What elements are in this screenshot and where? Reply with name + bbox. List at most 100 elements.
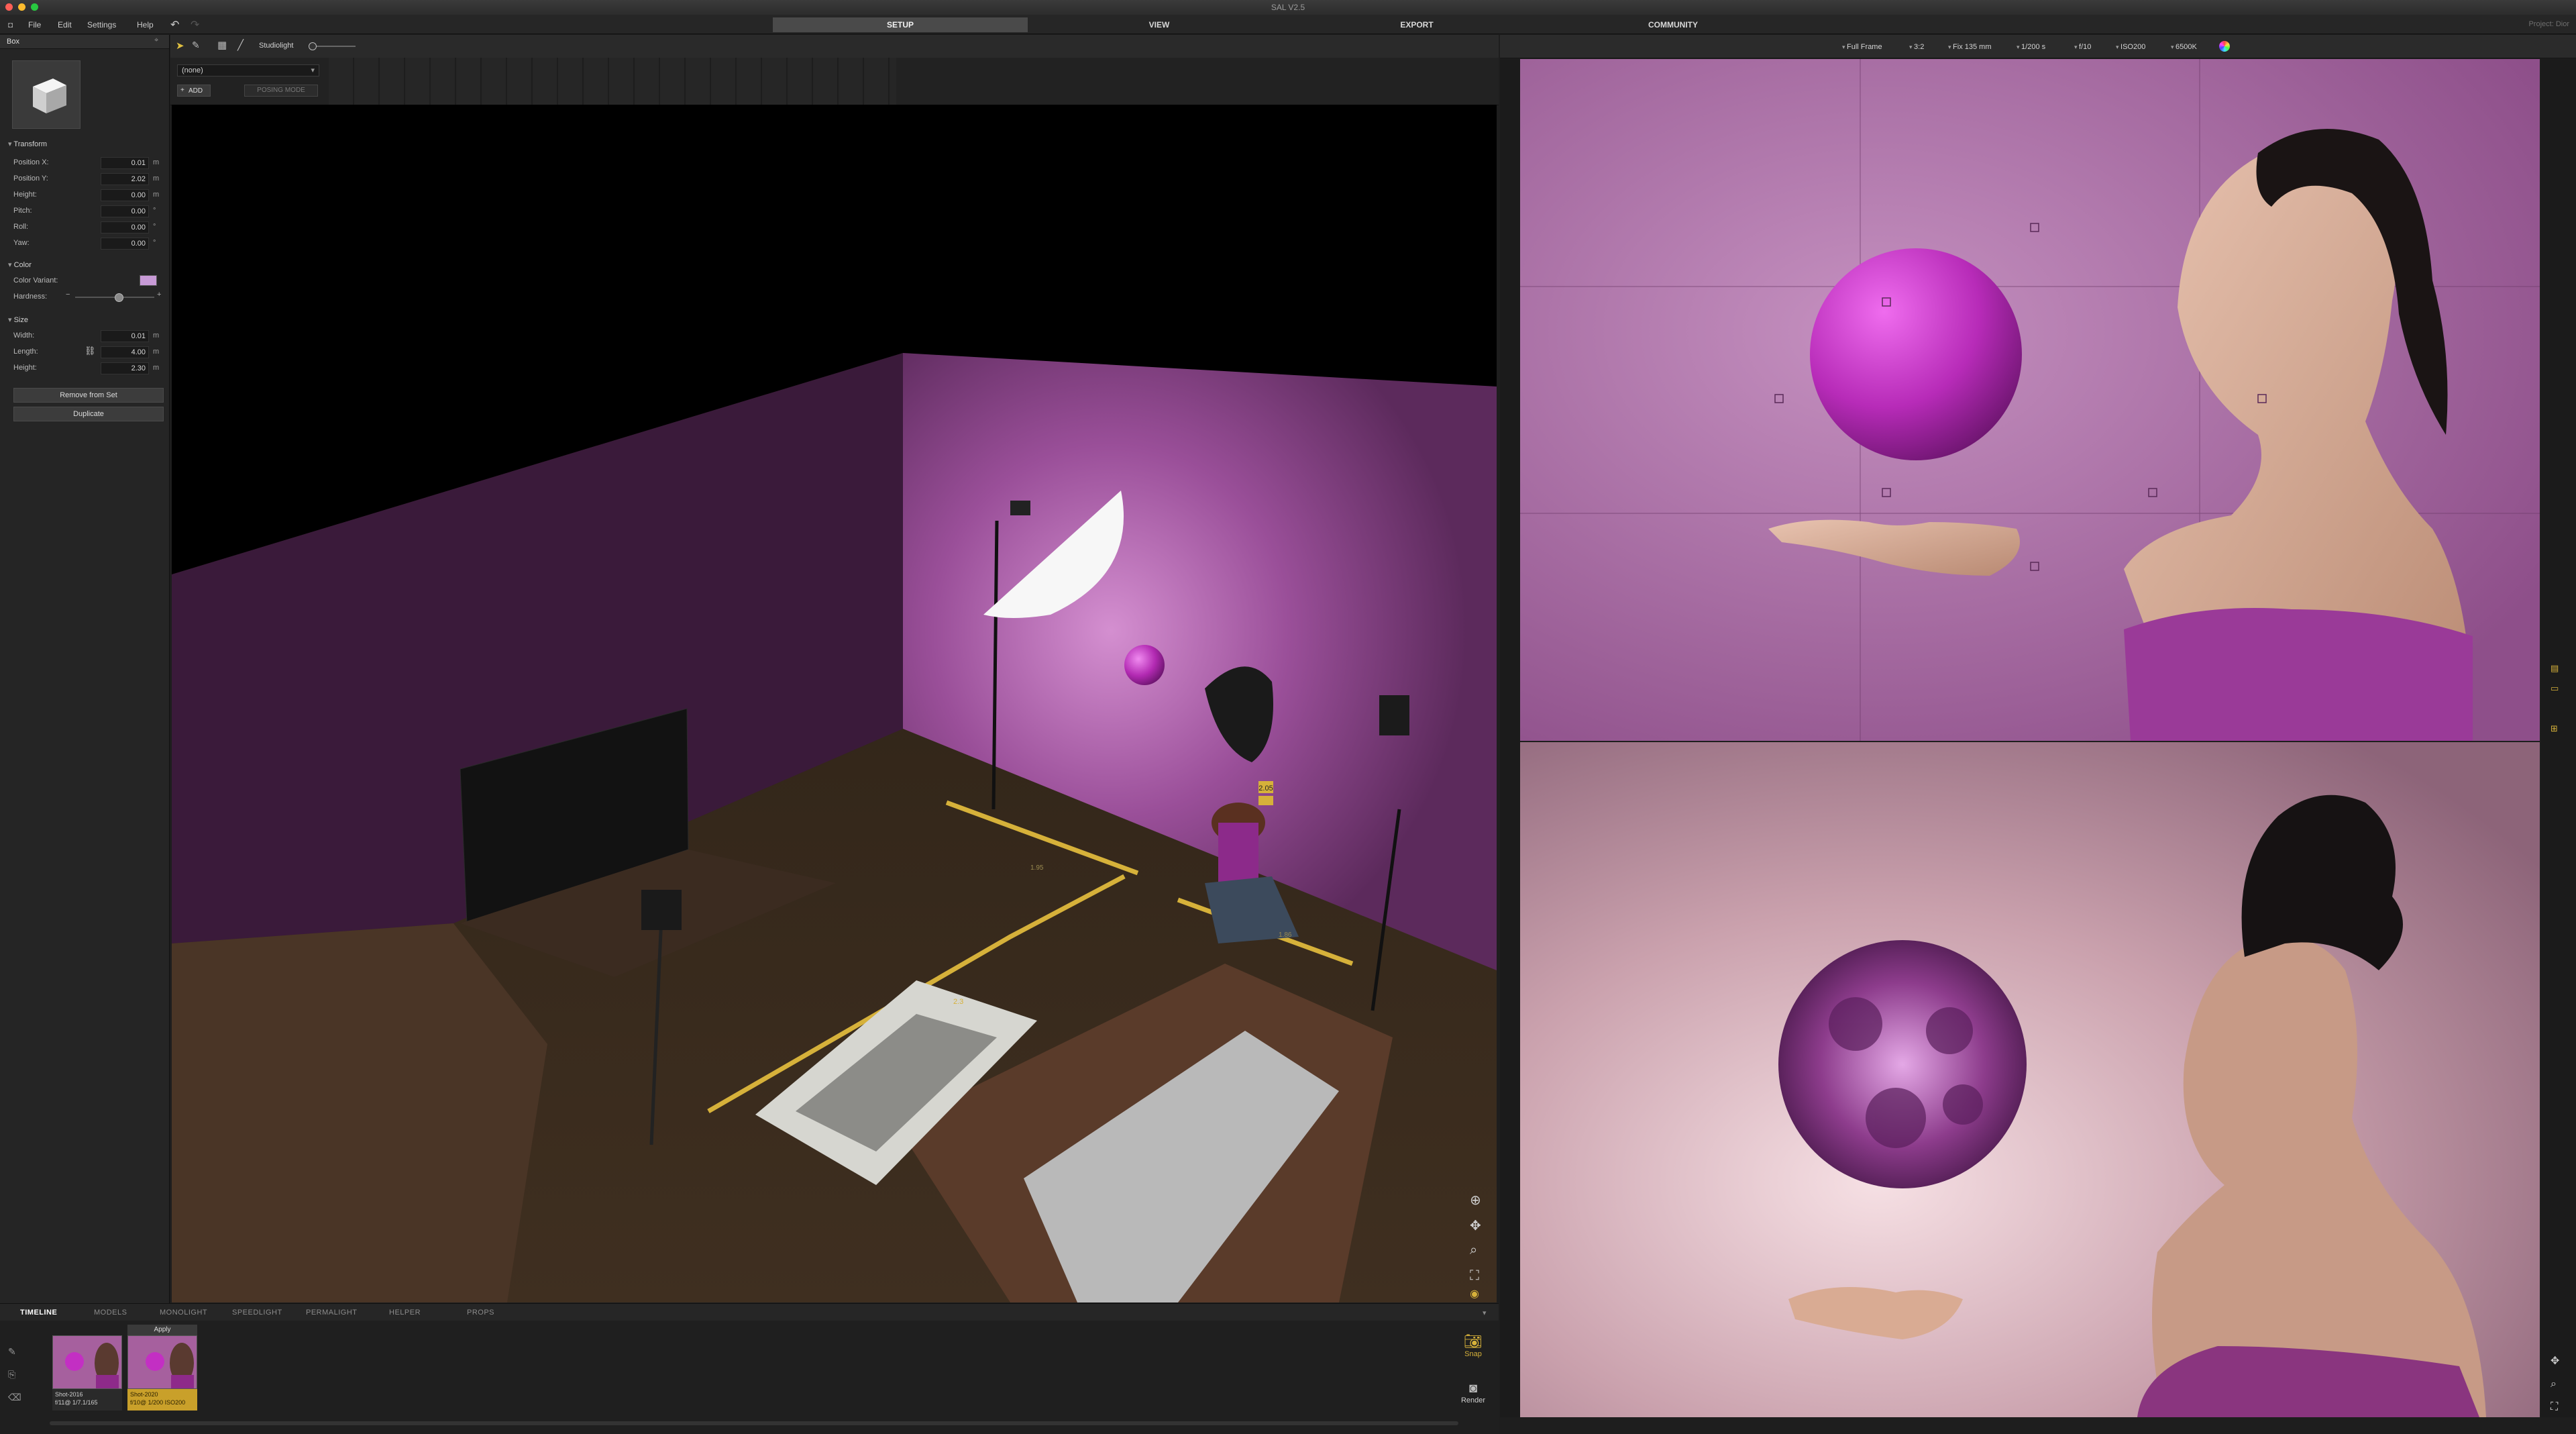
menu-settings[interactable]: Settings xyxy=(87,20,116,30)
shot-label-2: Shot-2020 f/10@ 1/200 ISO200 xyxy=(127,1389,197,1411)
tab-community[interactable]: COMMUNITY xyxy=(1546,17,1801,32)
tab-setup[interactable]: SETUP xyxy=(773,17,1028,32)
aspect-ratio-select[interactable]: 3:2 xyxy=(1909,43,1924,51)
height-field[interactable]: 0.00 xyxy=(101,189,149,201)
zoom-reference-icon[interactable]: ⌕ xyxy=(2551,1378,2557,1390)
yaw-field[interactable]: 0.00 xyxy=(101,238,149,250)
expand-icon[interactable]: ✥ xyxy=(2551,1354,2559,1368)
sensor-format-select[interactable]: Full Frame xyxy=(1842,43,1882,51)
distance-label-2: 1.95 xyxy=(1030,864,1044,872)
shutter-select[interactable]: 1/200 s xyxy=(2017,43,2045,51)
grid-overlay-icon[interactable]: ▤ xyxy=(2551,663,2559,674)
position-y-label: Position Y: xyxy=(13,174,48,183)
add-pose-button[interactable]: + ADD xyxy=(177,85,211,97)
pitch-field[interactable]: 0.00 xyxy=(101,205,149,217)
snap-button[interactable]: 📷︎ Snap xyxy=(1453,1333,1493,1373)
chevron-down-icon: ▾ xyxy=(311,66,315,74)
camera-preview[interactable] xyxy=(1520,59,2540,741)
tab-helper[interactable]: HELPER xyxy=(389,1309,421,1317)
studiolight-label: Studiolight xyxy=(259,42,294,50)
object-header: Box ⌖ xyxy=(0,35,169,49)
size-section-title[interactable]: Size xyxy=(8,315,28,324)
redo-icon[interactable]: ↷ xyxy=(191,18,199,32)
roll-field[interactable]: 0.00 xyxy=(101,221,149,234)
edit-shot-icon[interactable]: ✎ xyxy=(8,1346,16,1358)
camera-view-icon[interactable]: ◉ xyxy=(1470,1287,1479,1300)
right-tool-strip: ▤ ▭ ⊞ ✥ ⌕ ⛶ xyxy=(2541,59,2576,1417)
color-variant-swatch[interactable] xyxy=(140,275,157,286)
studio-scene-viewport[interactable]: 2.05 1.95 1.86 2.3 ⊕ ✥ ⌕ ⛶ ◉ xyxy=(172,105,1497,1302)
focus-points-icon[interactable]: ⊞ xyxy=(2551,723,2558,734)
iso-select[interactable]: ISO200 xyxy=(2116,43,2145,51)
color-wheel-icon[interactable] xyxy=(2219,41,2230,52)
tab-models[interactable]: MODELS xyxy=(94,1309,127,1317)
bottom-tab-bar: TIMELINE MODELS MONOLIGHT SPEEDLIGHT PER… xyxy=(0,1303,1499,1322)
position-y-field[interactable]: 2.02 xyxy=(101,173,149,185)
measure-icon[interactable]: ╱ xyxy=(237,39,244,51)
white-balance-select[interactable]: 6500K xyxy=(2171,43,2197,51)
width-unit: m xyxy=(153,331,160,340)
apply-button[interactable]: Apply xyxy=(127,1325,197,1335)
undo-icon[interactable]: ↶ xyxy=(170,18,179,32)
tab-export[interactable]: EXPORT xyxy=(1289,17,1544,32)
height-unit: m xyxy=(153,191,160,199)
copy-shot-icon[interactable]: ⎘ xyxy=(8,1369,15,1380)
reference-image[interactable] xyxy=(1520,742,2540,1417)
eyedropper-icon[interactable]: ✎ xyxy=(192,40,200,51)
tab-speedlight[interactable]: SPEEDLIGHT xyxy=(232,1309,282,1317)
lens-select[interactable]: Fix 135 mm xyxy=(1948,43,1991,51)
size-height-unit: m xyxy=(153,364,160,372)
grid-icon[interactable]: ▦ xyxy=(217,39,227,51)
position-x-field[interactable]: 0.01 xyxy=(101,157,149,169)
model-select[interactable]: (none) ▾ xyxy=(177,64,319,76)
frame-guide-icon[interactable]: ▭ xyxy=(2551,683,2559,694)
distance-label-3: 1.86 xyxy=(1279,931,1292,939)
width-field[interactable]: 0.01 xyxy=(101,330,149,342)
shot-name: Shot-2016 xyxy=(55,1391,83,1398)
tab-props[interactable]: PROPS xyxy=(467,1309,494,1317)
roll-label: Roll: xyxy=(13,223,29,231)
pose-slots[interactable] xyxy=(329,58,896,105)
fit-view-icon[interactable]: ⛶ xyxy=(1470,1268,1479,1284)
pose-strip: (none) ▾ + ADD POSING MODE xyxy=(170,58,1499,105)
select-tool-icon[interactable]: ➤ xyxy=(176,40,184,52)
duplicate-button[interactable]: Duplicate xyxy=(13,407,164,421)
menu-bar: ◘ File Edit Settings Help ↶ ↷ xyxy=(0,15,2576,34)
length-label: Length: xyxy=(13,348,38,356)
menu-edit[interactable]: Edit xyxy=(58,20,72,30)
zoom-icon[interactable]: ⌕ xyxy=(1470,1243,1477,1258)
pin-icon[interactable]: ⌖ xyxy=(154,36,158,45)
fullscreen-icon[interactable]: ⛶ xyxy=(2551,1401,2558,1413)
orbit-icon[interactable]: ⊕ xyxy=(1470,1192,1481,1209)
color-section-title[interactable]: Color xyxy=(8,260,32,269)
shot-meta: f/10@ 1/200 ISO200 xyxy=(130,1399,186,1406)
length-field[interactable]: 4.00 xyxy=(101,346,149,358)
shot-thumbnail-1[interactable] xyxy=(52,1335,122,1389)
timeline-scrollbar[interactable] xyxy=(50,1421,1458,1425)
posing-mode-button[interactable]: POSING MODE xyxy=(244,85,318,97)
hardness-plus-icon[interactable]: + xyxy=(157,291,161,299)
table-tag: 2.3 xyxy=(953,998,963,1006)
tab-view[interactable]: VIEW xyxy=(1032,17,1287,32)
studiolight-slider-handle[interactable] xyxy=(309,42,317,50)
tab-monolight[interactable]: MONOLIGHT xyxy=(160,1309,207,1317)
aperture-select[interactable]: f/10 xyxy=(2074,43,2091,51)
app-logo-icon[interactable]: ◘ xyxy=(8,20,13,30)
collapse-panel-icon[interactable]: ▾ xyxy=(1483,1309,1487,1317)
hardness-minus-icon[interactable]: − xyxy=(66,291,70,299)
size-height-field[interactable]: 2.30 xyxy=(101,362,149,374)
delete-shot-icon[interactable]: ⌫ xyxy=(8,1392,21,1403)
menu-file[interactable]: File xyxy=(28,20,41,30)
title-bar: SAL V2.5 xyxy=(0,0,2576,15)
menu-help[interactable]: Help xyxy=(137,20,154,30)
tab-permalight[interactable]: PERMALIGHT xyxy=(306,1309,358,1317)
tab-timeline[interactable]: TIMELINE xyxy=(20,1309,57,1317)
transform-section-title[interactable]: Transform xyxy=(8,140,47,148)
shot-thumbnail-2[interactable] xyxy=(127,1335,197,1389)
pan-icon[interactable]: ✥ xyxy=(1470,1217,1481,1234)
link-dimensions-icon[interactable]: ⛓ xyxy=(85,346,96,356)
remove-from-set-button[interactable]: Remove from Set xyxy=(13,388,164,403)
hardness-slider-handle[interactable] xyxy=(114,293,123,302)
studiolight-slider[interactable] xyxy=(311,46,356,47)
render-button[interactable]: ◙ Render xyxy=(1453,1381,1493,1421)
